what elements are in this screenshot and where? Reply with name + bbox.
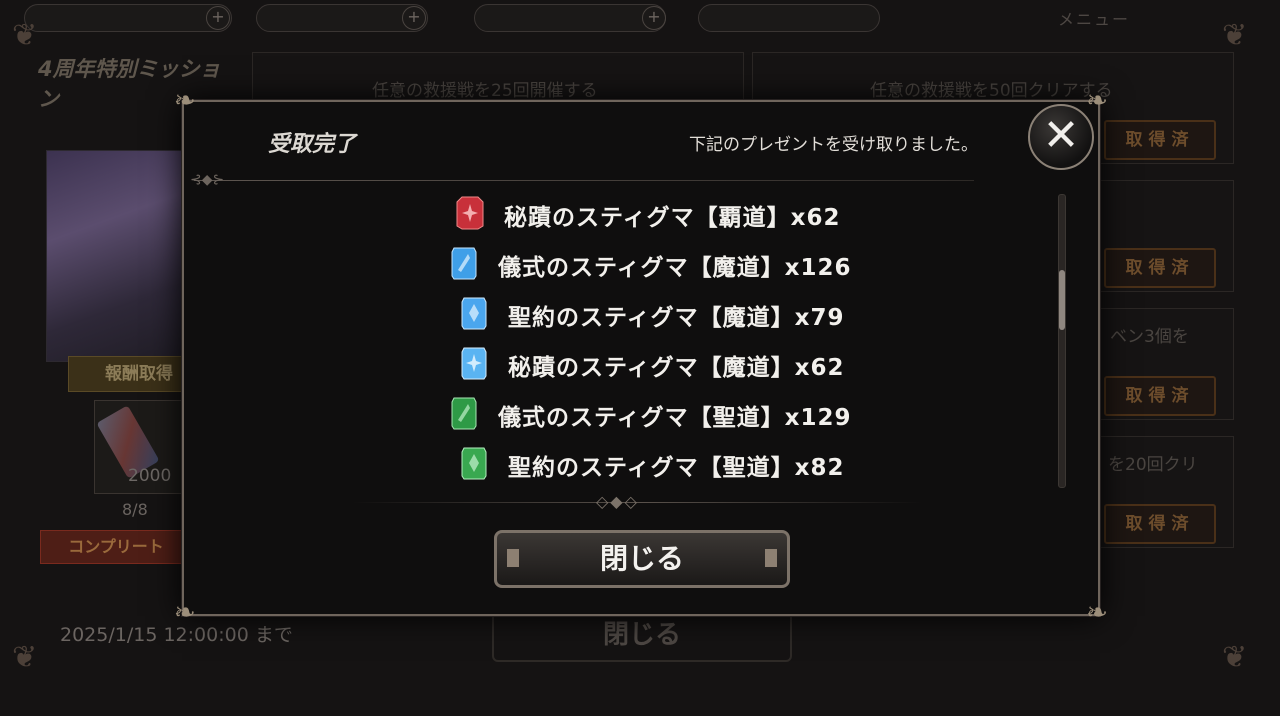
corner-ornament-icon: ❧ <box>174 598 196 628</box>
mission-text: 任意の救援戦を50回クリアする <box>870 81 1113 101</box>
mission-text: 任意の救援戦を25回開催する <box>372 81 598 101</box>
list-item: 儀式のスティグマ【聖道】x129 <box>450 394 1050 434</box>
stigma-gem-icon <box>461 447 487 480</box>
list-item: 秘蹟のスティグマ【魔道】x62 <box>460 344 1060 384</box>
mission-text: ベン3個を <box>1110 327 1189 347</box>
stigma-gem-icon <box>451 397 477 430</box>
claimed-button: 取得済 <box>1104 504 1216 544</box>
divider <box>194 180 974 181</box>
background-close-button: 閉じる <box>492 610 792 662</box>
list-item: 秘蹟のスティグマ【覇道】x62 <box>456 194 1056 234</box>
add-resource-icon: + <box>642 6 666 30</box>
claimed-button: 取得済 <box>1104 376 1216 416</box>
resource-slot <box>24 4 232 32</box>
reward-label: 秘蹟のスティグマ【魔道】x62 <box>508 355 845 381</box>
divider-ornament-icon: ◇◆◇ <box>596 492 639 511</box>
reward-label: 儀式のスティグマ【魔道】x126 <box>498 255 852 281</box>
close-x-icon[interactable]: ✕ <box>1028 104 1094 170</box>
add-resource-icon: + <box>206 6 230 30</box>
stigma-gem-icon <box>451 247 477 280</box>
diamond-ornament-icon <box>765 549 777 567</box>
corner-ornament-icon: ❦ <box>12 18 38 53</box>
mission-text: を20回クリ <box>1108 455 1198 475</box>
diamond-ornament-icon <box>507 549 519 567</box>
corner-ornament-icon: ❦ <box>12 640 38 675</box>
dialog-message: 下記のプレゼントを受け取りました。 <box>689 135 978 155</box>
list-item: 聖約のスティグマ【魔道】x79 <box>460 294 1060 334</box>
dialog-title: 受取完了 <box>268 132 357 157</box>
reward-list[interactable]: 秘蹟のスティグマ【覇道】x62 儀式のスティグマ【魔道】x126 聖約のスティグ… <box>184 194 1084 494</box>
corner-ornament-icon: ❧ <box>174 86 196 116</box>
complete-button: コンプリート <box>40 530 192 564</box>
list-item: 聖約のスティグマ【聖道】x82 <box>460 444 1060 484</box>
corner-ornament-icon: ❧ <box>1086 598 1108 628</box>
scrollbar-thumb[interactable] <box>1059 270 1065 330</box>
reward-label: 儀式のスティグマ【聖道】x129 <box>498 405 852 431</box>
corner-ornament-icon: ❧ <box>1086 86 1108 116</box>
close-button[interactable]: 閉じる <box>494 530 790 588</box>
corner-ornament-icon: ❦ <box>1222 640 1248 675</box>
reward-count: 2000 <box>128 466 172 486</box>
claimed-button: 取得済 <box>1104 248 1216 288</box>
resource-slot <box>698 4 880 32</box>
stigma-gem-icon <box>461 347 487 380</box>
resource-slot <box>474 4 666 32</box>
reward-label: 秘蹟のスティグマ【覇道】x62 <box>504 205 841 231</box>
top-resource-bar: + + + メニュー <box>0 0 1280 34</box>
divider-ornament-icon: ⊰◆⊱ <box>190 172 225 188</box>
stigma-gem-icon <box>461 297 487 330</box>
corner-ornament-icon: ❦ <box>1222 18 1248 53</box>
close-button-label: 閉じる <box>599 542 684 575</box>
list-item: 儀式のスティグマ【魔道】x126 <box>450 244 1050 284</box>
progress-text: 8/8 <box>122 500 148 519</box>
character-art <box>46 150 188 362</box>
add-resource-icon: + <box>402 6 426 30</box>
stigma-gem-icon <box>456 196 484 230</box>
scrollbar[interactable] <box>1058 194 1066 488</box>
reward-label: 聖約のスティグマ【魔道】x79 <box>508 305 845 331</box>
menu-button: メニュー <box>1058 10 1131 29</box>
reward-received-dialog: ❧ ❧ ❧ ❧ 受取完了 下記のプレゼントを受け取りました。 ✕ ⊰◆⊱ 秘蹟の… <box>174 88 1108 626</box>
reward-label: 聖約のスティグマ【聖道】x82 <box>508 455 845 481</box>
claimed-button: 取得済 <box>1104 120 1216 160</box>
